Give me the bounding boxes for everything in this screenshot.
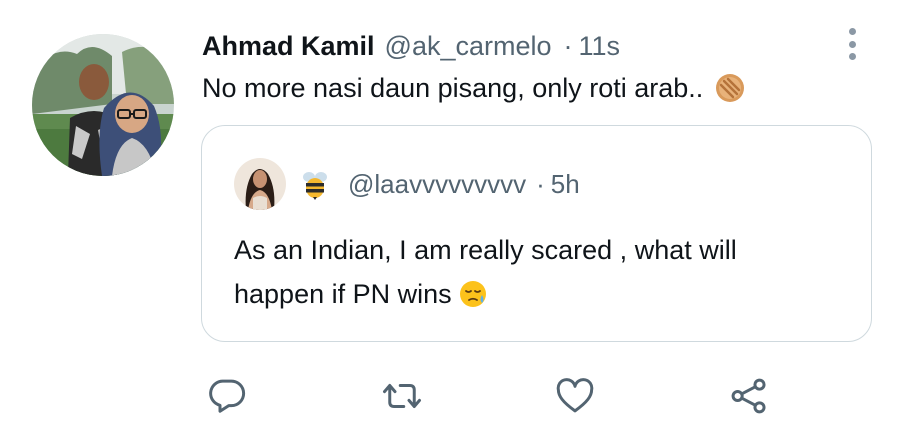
bee-icon (300, 168, 330, 200)
retweet-button[interactable] (380, 374, 424, 418)
more-dot (848, 28, 856, 35)
heart-icon (556, 378, 594, 413)
quoted-tweet-card[interactable]: @laavvvvvvvvv · 5h As an Indian, I am re… (201, 125, 872, 342)
quoted-text-line-2: happen if PN wins (234, 279, 452, 309)
sleepy-face-emoji-icon (458, 278, 488, 308)
tweet-header: Ahmad Kamil @ak_carmelo · 11s (202, 28, 620, 64)
tweet-timestamp[interactable]: 11s (579, 31, 621, 62)
author-avatar[interactable] (32, 34, 174, 176)
reply-button[interactable] (205, 374, 249, 418)
quoted-text-line-1: As an Indian, I am really scared , what … (234, 235, 737, 265)
more-dot (848, 53, 856, 60)
quoted-tweet-timestamp[interactable]: 5h (551, 169, 580, 200)
share-icon (731, 378, 766, 414)
retweet-icon (383, 384, 421, 408)
separator-dot: · (563, 30, 573, 61)
cookie-emoji-icon (715, 73, 745, 103)
share-button[interactable] (727, 374, 771, 418)
tweet-text-content: No more nasi daun pisang, only roti arab… (202, 72, 704, 103)
tweet[interactable]: Ahmad Kamil @ak_carmelo · 11s No more na… (0, 0, 904, 441)
quoted-tweet-text: As an Indian, I am really scared , what … (234, 228, 854, 316)
reply-icon (209, 379, 246, 413)
quoted-author-avatar[interactable] (234, 158, 286, 210)
more-options-icon[interactable] (838, 24, 866, 64)
tweet-text: No more nasi daun pisang, only roti arab… (202, 68, 745, 108)
author-display-name[interactable]: Ahmad Kamil (202, 31, 375, 62)
quoted-tweet-header: @laavvvvvvvvv · 5h (300, 166, 580, 202)
more-dot (848, 40, 856, 48)
like-button[interactable] (553, 374, 597, 418)
tweet-actions-bar (0, 372, 904, 420)
separator-dot: · (536, 168, 545, 199)
quoted-author-handle[interactable]: @laavvvvvvvvv (348, 169, 526, 200)
author-handle[interactable]: @ak_carmelo (385, 31, 552, 62)
quoted-text-line-2-wrap: happen if PN wins (234, 272, 854, 316)
